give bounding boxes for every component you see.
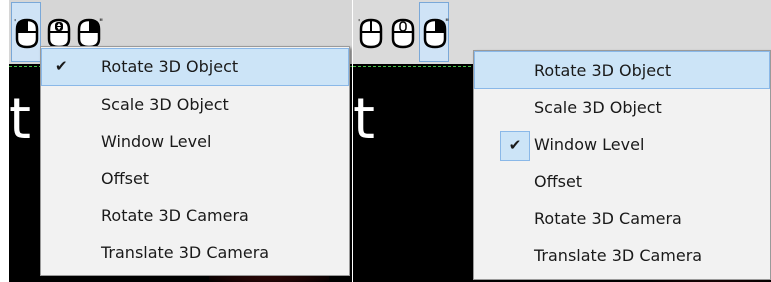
menu-item-label: Rotate 3D Camera xyxy=(534,209,682,228)
viewport-right: ' " t Rotate 3D Object Scale 3D Object ✔… xyxy=(353,0,771,282)
menu-item-label: Window Level xyxy=(534,135,645,154)
mouse-left-icon: ' xyxy=(14,18,39,49)
menu-item-offset[interactable]: Offset xyxy=(474,163,770,200)
viewport-text: t xyxy=(353,87,375,152)
menu-item-scale-3d-object[interactable]: Scale 3D Object xyxy=(41,86,349,123)
mouse-middle-button-tool[interactable] xyxy=(387,2,417,62)
viewport-left: ' " t ✔ Rotate 3D Object Scale 3D Object… xyxy=(9,0,352,282)
svg-text:': ' xyxy=(14,18,16,27)
menu-item-label: Translate 3D Camera xyxy=(534,246,703,265)
svg-text:": " xyxy=(99,18,103,28)
menu-item-rotate-3d-camera[interactable]: Rotate 3D Camera xyxy=(474,200,770,237)
menu-item-rotate-3d-object[interactable]: ✔ Rotate 3D Object xyxy=(41,48,349,86)
menu-item-translate-3d-camera[interactable]: Translate 3D Camera xyxy=(41,234,349,272)
menu-item-label: Rotate 3D Object xyxy=(534,61,672,80)
mouse-right-icon: " xyxy=(423,18,449,49)
menu-item-translate-3d-camera[interactable]: Translate 3D Camera xyxy=(474,237,770,275)
menu-item-label: Offset xyxy=(101,169,150,188)
mouse-left-icon: ' xyxy=(358,18,383,49)
viewport-text: t xyxy=(9,87,31,152)
menu-item-rotate-3d-camera[interactable]: Rotate 3D Camera xyxy=(41,197,349,234)
menu-item-window-level[interactable]: ✔ Window Level xyxy=(474,126,770,163)
menu-item-label: Translate 3D Camera xyxy=(101,243,270,262)
menu-item-offset[interactable]: Offset xyxy=(41,160,349,197)
menu-item-label: Window Level xyxy=(101,132,212,151)
mouse-left-button-tool[interactable]: ' xyxy=(11,2,41,62)
mouse-middle-icon xyxy=(391,18,415,49)
viewport-border-line xyxy=(353,66,471,67)
tool-menu-right: Rotate 3D Object Scale 3D Object ✔ Windo… xyxy=(473,50,771,280)
menu-item-label: Rotate 3D Camera xyxy=(101,206,249,225)
menu-item-label: Offset xyxy=(534,172,583,191)
svg-text:": " xyxy=(445,18,449,28)
mouse-left-button-tool[interactable]: ' xyxy=(355,2,385,62)
checkmark-icon: ✔ xyxy=(55,57,68,75)
mouse-right-icon: " xyxy=(77,18,103,49)
tool-menu-left: ✔ Rotate 3D Object Scale 3D Object Windo… xyxy=(40,46,350,276)
mouse-right-button-tool[interactable]: " xyxy=(419,2,449,62)
menu-item-label: Scale 3D Object xyxy=(101,95,229,114)
mouse-middle-icon xyxy=(47,18,71,49)
menu-item-window-level[interactable]: Window Level xyxy=(41,123,349,160)
menu-item-label: Rotate 3D Object xyxy=(101,57,239,76)
checkmark-icon: ✔ xyxy=(500,131,530,161)
menu-item-scale-3d-object[interactable]: Scale 3D Object xyxy=(474,89,770,126)
svg-text:': ' xyxy=(358,18,360,27)
menu-item-label: Scale 3D Object xyxy=(534,98,662,117)
menu-item-rotate-3d-object[interactable]: Rotate 3D Object xyxy=(474,51,770,89)
